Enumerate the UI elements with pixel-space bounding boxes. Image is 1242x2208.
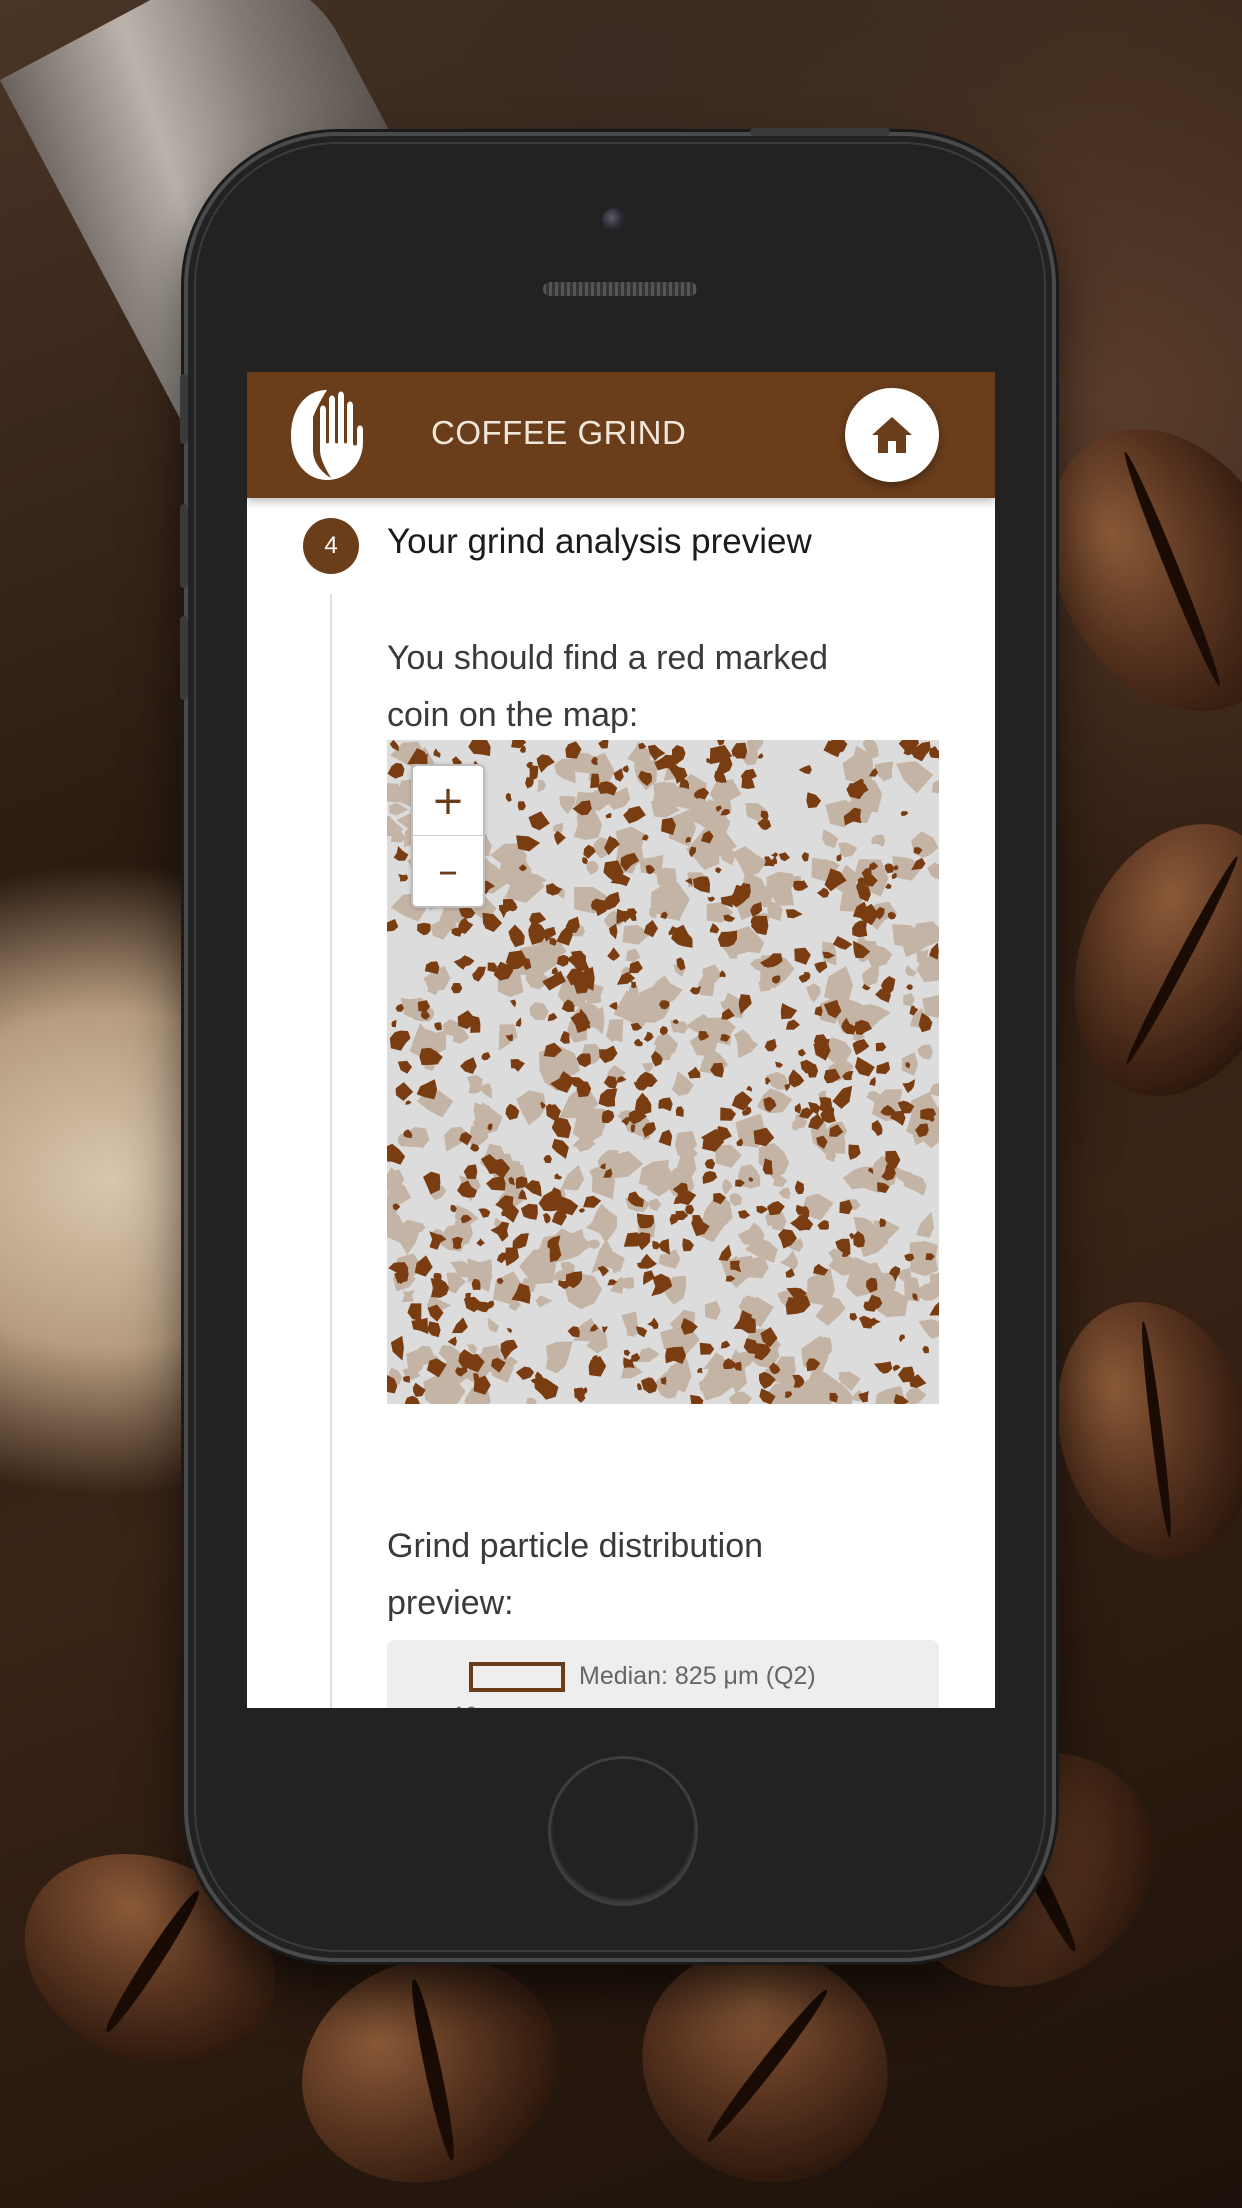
map-intro-text: You should find a red marked coin on the… [387, 630, 947, 744]
zoom-out-button[interactable]: – [413, 836, 483, 905]
phone-home-button[interactable] [548, 1756, 698, 1906]
distribution-intro-line-1: Grind particle distribution [387, 1527, 764, 1565]
volume-down-button [180, 616, 188, 700]
y-axis-tick: 10 [453, 1702, 477, 1708]
volume-up-button [180, 504, 188, 588]
front-camera [602, 208, 626, 232]
distribution-intro-text: Grind particle distribution preview: [387, 1518, 947, 1632]
grind-analysis-map[interactable]: + – [387, 740, 939, 1404]
power-button [750, 128, 890, 136]
step-content: 4 Your grind analysis preview You should… [247, 498, 995, 1708]
app-bar: COFFEE GRIND [247, 372, 995, 498]
coffee-bean [270, 1922, 590, 2208]
earpiece-speaker [543, 282, 697, 296]
zoom-in-button[interactable]: + [413, 766, 483, 836]
map-intro-line-2: coin on the map: [387, 696, 639, 734]
map-intro-line-1: You should find a red marked [387, 639, 829, 677]
app-title: COFFEE GRIND [431, 414, 687, 451]
step-title: Your grind analysis preview [387, 522, 812, 561]
distribution-chart-preview: Median: 825 μm (Q2) 10 [387, 1640, 939, 1708]
step-number-badge: 4 [303, 518, 359, 574]
coffee-bean [1029, 1279, 1242, 1581]
distribution-intro-line-2: preview: [387, 1584, 514, 1622]
phone-frame: COFFEE GRIND 4 Your grind analysis previ… [180, 128, 1052, 1958]
map-zoom-control: + – [411, 764, 485, 908]
median-legend-swatch [469, 1662, 565, 1692]
stepper-line [330, 594, 332, 1708]
median-legend-label: Median: 825 μm (Q2) [579, 1662, 816, 1690]
coffee-bean [1038, 794, 1242, 1126]
coffee-hand-logo-icon[interactable] [287, 386, 367, 484]
silent-switch [180, 374, 188, 444]
phone-screen: COFFEE GRIND 4 Your grind analysis previ… [247, 372, 995, 1708]
home-icon [872, 417, 912, 453]
home-button[interactable] [845, 388, 939, 482]
